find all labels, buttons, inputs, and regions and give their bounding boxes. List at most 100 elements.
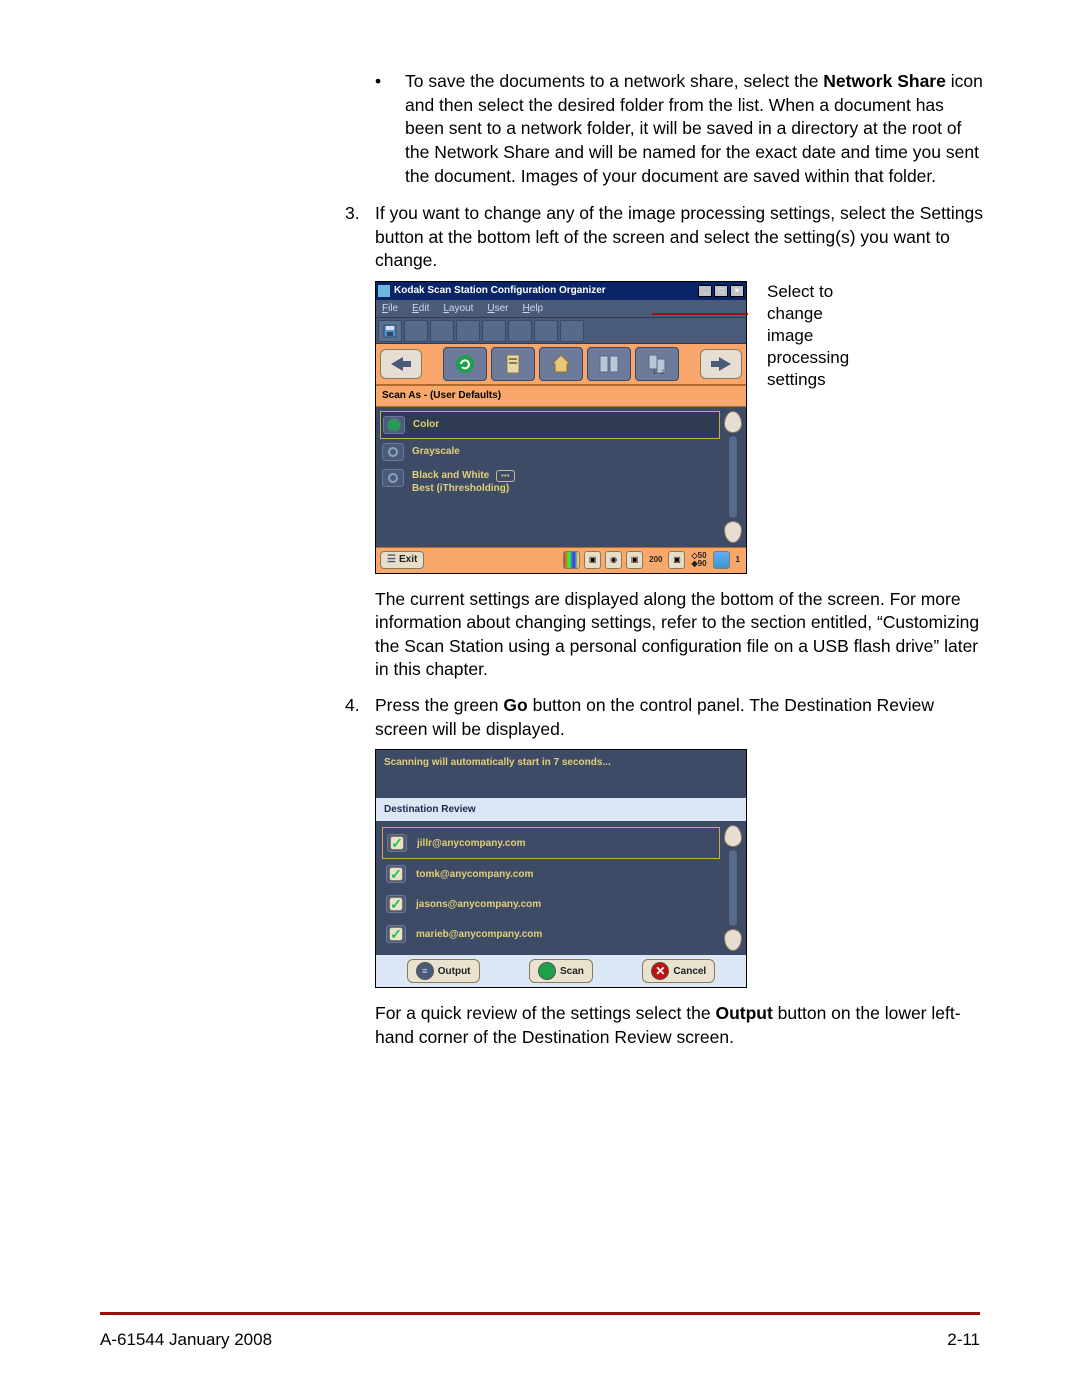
- nav-row: 12: [376, 344, 746, 386]
- exit-button[interactable]: ☰ Exit: [380, 551, 424, 569]
- bold-text: Network Share: [823, 71, 946, 91]
- callout-text: Select to change image processing settin…: [767, 281, 867, 391]
- menu-help[interactable]: Help: [523, 302, 544, 316]
- status-icon[interactable]: ▣: [668, 551, 685, 569]
- footer-page-number: 2-11: [947, 1329, 980, 1352]
- page-footer: A-61544 January 2008 2-11: [100, 1312, 980, 1352]
- minimize-button[interactable]: _: [698, 285, 712, 297]
- destination-list: ✓ jillr@anycompany.com ✓ tomk@anycompany…: [376, 821, 746, 955]
- screenshot-config-organizer: Kodak Scan Station Configuration Organiz…: [375, 281, 747, 574]
- scroll-track[interactable]: [728, 849, 738, 927]
- scrollbar[interactable]: [724, 411, 742, 543]
- nav-icon-refresh[interactable]: [443, 347, 487, 381]
- scrollbar[interactable]: [724, 825, 742, 951]
- app-icon: [378, 285, 390, 297]
- paragraph: The current settings are displayed along…: [375, 588, 985, 683]
- status-icon[interactable]: ◉: [605, 551, 622, 569]
- menu-user[interactable]: User: [487, 302, 508, 316]
- option-sublabel: Best (iThresholding): [412, 483, 509, 494]
- footer-doc-id: A-61544 January 2008: [100, 1329, 272, 1352]
- nav-icon-page[interactable]: [491, 347, 535, 381]
- destination-item[interactable]: ✓ jasons@anycompany.com: [382, 889, 720, 919]
- nav-icon-dual[interactable]: [587, 347, 631, 381]
- save-icon[interactable]: [378, 320, 402, 342]
- button-label: Output: [438, 965, 471, 979]
- bottom-bar: ☰ Exit ▣ ◉ ▣ 200 ▣ ◇50 ◆90: [376, 547, 746, 573]
- scroll-up-icon[interactable]: [724, 825, 742, 847]
- list-icon: ☰: [387, 553, 396, 567]
- window-titlebar: Kodak Scan Station Configuration Organiz…: [376, 282, 746, 300]
- checkbox-icon[interactable]: ✓: [386, 895, 406, 913]
- scroll-down-icon[interactable]: [724, 521, 742, 543]
- step-number: 3.: [345, 202, 360, 226]
- scroll-down-icon[interactable]: [724, 929, 742, 951]
- menu-layout[interactable]: Layout: [443, 302, 473, 316]
- toolbar-icon[interactable]: [560, 320, 584, 342]
- option-label: Grayscale: [412, 445, 460, 459]
- color-bars-icon[interactable]: [563, 551, 580, 569]
- cancel-circle-icon: ✕: [651, 962, 669, 980]
- button-label: Cancel: [673, 965, 706, 979]
- option-grayscale[interactable]: Grayscale: [380, 439, 720, 465]
- checkbox-icon[interactable]: ✓: [386, 925, 406, 943]
- step-4: 4. Press the green Go button on the cont…: [345, 694, 985, 1050]
- destination-item[interactable]: ✓ marieb@anycompany.com: [382, 919, 720, 949]
- scroll-up-icon[interactable]: [724, 411, 742, 433]
- status-value: 1: [734, 556, 742, 564]
- section-header: Scan As - (User Defaults): [376, 386, 746, 407]
- destination-item[interactable]: ✓ tomk@anycompany.com: [382, 859, 720, 889]
- badge-icon: ▪▪▪: [496, 470, 515, 483]
- checkbox-icon[interactable]: ✓: [386, 865, 406, 883]
- status-icon[interactable]: ▣: [626, 551, 643, 569]
- exit-label: Exit: [399, 553, 417, 567]
- toolbar-icon[interactable]: [508, 320, 532, 342]
- button-label: Scan: [560, 965, 584, 979]
- svg-text:1: 1: [653, 370, 657, 376]
- option-black-and-white[interactable]: Black and White ▪▪▪ Best (iThresholding): [380, 465, 720, 500]
- option-label: Color: [413, 418, 439, 432]
- menu-edit[interactable]: Edit: [412, 302, 429, 316]
- destination-email: jillr@anycompany.com: [417, 837, 526, 851]
- bullet-network-share: To save the documents to a network share…: [375, 70, 985, 188]
- nav-right-button[interactable]: [700, 349, 742, 379]
- step-text: If you want to change any of the image p…: [375, 203, 983, 270]
- countdown-message: Scanning will automatically start in 7 s…: [376, 750, 746, 798]
- toolbar: [376, 318, 746, 344]
- footer-buttons: ≡ Output Scan ✕ Cancel: [376, 955, 746, 987]
- menu-file[interactable]: File: [382, 302, 398, 316]
- cancel-button[interactable]: ✕ Cancel: [642, 959, 715, 983]
- step-3: 3. If you want to change any of the imag…: [345, 202, 985, 682]
- scan-button[interactable]: Scan: [529, 959, 593, 983]
- step-number: 4.: [345, 694, 360, 718]
- toolbar-icon[interactable]: [430, 320, 454, 342]
- screenshot-destination-review: Scanning will automatically start in 7 s…: [375, 749, 747, 988]
- maximize-button[interactable]: □: [714, 285, 728, 297]
- option-label: Black and White: [412, 470, 489, 481]
- text: To save the documents to a network share…: [405, 71, 823, 91]
- page-content: To save the documents to a network share…: [345, 70, 985, 1050]
- menu-bar: File Edit Layout User Help: [376, 300, 746, 318]
- checkbox-icon[interactable]: ✓: [387, 834, 407, 852]
- scroll-track[interactable]: [728, 435, 738, 519]
- destination-email: jasons@anycompany.com: [416, 898, 541, 912]
- toolbar-icon[interactable]: [534, 320, 558, 342]
- scan-as-list: Color Grayscale Black and White ▪▪▪ Best: [376, 407, 746, 547]
- status-icon[interactable]: [713, 551, 730, 569]
- nav-left-button[interactable]: [380, 349, 422, 379]
- status-value: ◆90: [689, 560, 708, 568]
- toolbar-icon[interactable]: [456, 320, 480, 342]
- toolbar-icon[interactable]: [482, 320, 506, 342]
- destination-email: marieb@anycompany.com: [416, 928, 542, 942]
- option-color[interactable]: Color: [380, 411, 720, 439]
- toolbar-icon[interactable]: [404, 320, 428, 342]
- list-circle-icon: ≡: [416, 962, 434, 980]
- output-button[interactable]: ≡ Output: [407, 959, 480, 983]
- status-icon[interactable]: ▣: [584, 551, 601, 569]
- callout-line: [652, 313, 748, 315]
- nav-icon-duplex[interactable]: 12: [635, 347, 679, 381]
- destination-item[interactable]: ✓ jillr@anycompany.com: [382, 827, 720, 859]
- go-circle-icon: [538, 962, 556, 980]
- close-button[interactable]: ×: [730, 285, 744, 297]
- nav-icon-home[interactable]: [539, 347, 583, 381]
- destination-email: tomk@anycompany.com: [416, 868, 533, 882]
